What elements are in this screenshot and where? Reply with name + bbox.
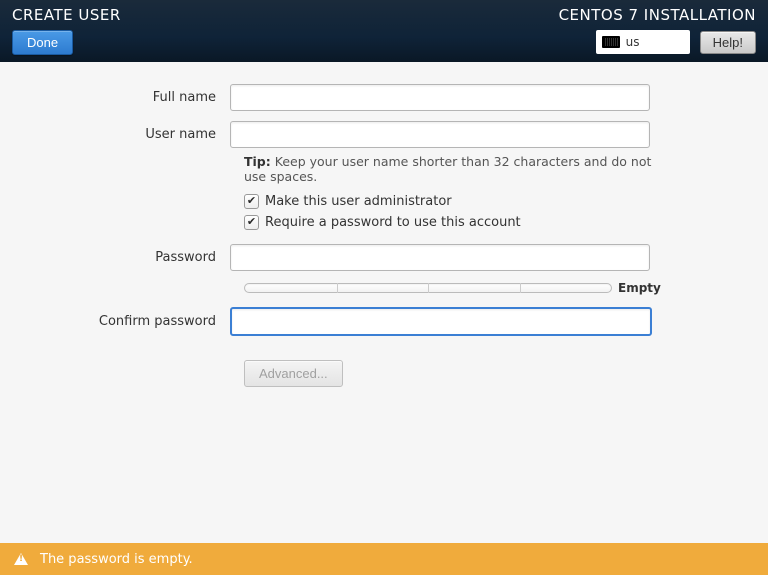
row-make-admin: Make this user administrator [244,194,768,209]
keyboard-layout-label: us [626,35,640,49]
confirm-password-input[interactable] [230,307,652,336]
warning-bar: The password is empty. [0,543,768,575]
header-bar: CREATE USER CENTOS 7 INSTALLATION Done u… [0,0,768,62]
header-right-controls: us Help! [596,30,756,54]
row-user-name: User name [20,121,768,148]
row-confirm-password: Confirm password [20,307,768,336]
warning-icon [14,553,28,565]
advanced-button[interactable]: Advanced... [244,360,343,387]
user-name-tip: Tip: Keep your user name shorter than 32… [244,154,674,184]
keyboard-layout-indicator[interactable]: us [596,30,690,54]
full-name-input[interactable] [230,84,650,111]
require-password-label: Require a password to use this account [265,215,521,230]
warning-message: The password is empty. [40,552,193,567]
require-password-checkbox[interactable] [244,215,259,230]
row-full-name: Full name [20,84,768,111]
password-input[interactable] [230,244,650,271]
row-password: Password [20,244,768,271]
password-label: Password [20,250,230,265]
row-require-password: Require a password to use this account [244,215,768,230]
user-name-input[interactable] [230,121,650,148]
tip-prefix: Tip: [244,154,271,169]
password-strength-bar [244,283,612,293]
keyboard-icon [602,36,620,48]
make-admin-checkbox[interactable] [244,194,259,209]
user-name-label: User name [20,127,230,142]
password-strength-label: Empty [618,281,661,295]
installer-screen: CREATE USER CENTOS 7 INSTALLATION Done u… [0,0,768,575]
make-admin-label: Make this user administrator [265,194,452,209]
create-user-form: Full name User name Tip: Keep your user … [0,84,768,387]
full-name-label: Full name [20,90,230,105]
installer-title: CENTOS 7 INSTALLATION [559,6,756,24]
confirm-password-label: Confirm password [20,314,230,329]
tip-text: Keep your user name shorter than 32 char… [244,154,651,184]
help-button[interactable]: Help! [700,31,756,54]
password-strength: Empty [244,281,768,295]
done-button[interactable]: Done [12,30,73,55]
